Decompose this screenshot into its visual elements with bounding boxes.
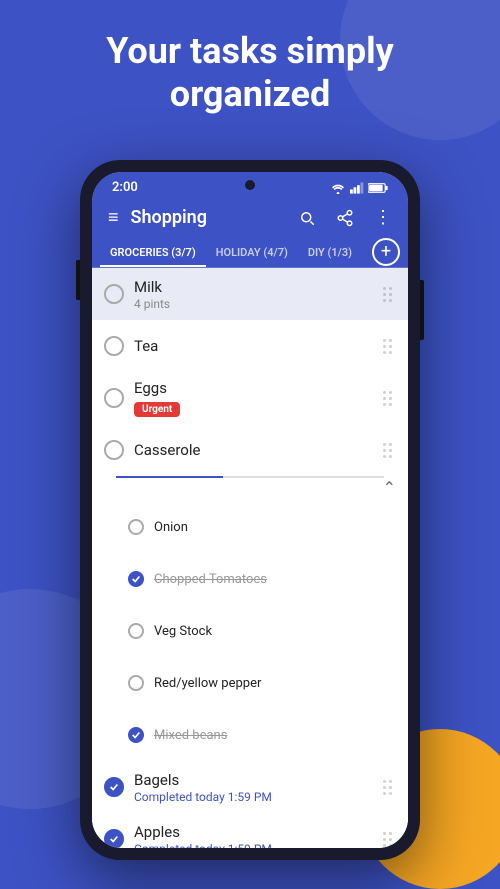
task-completed-apples: Completed today 1:59 PM: [134, 842, 379, 849]
tab-holiday[interactable]: HOLIDAY (4/7): [206, 236, 298, 267]
task-sub-milk: 4 pints: [134, 297, 379, 311]
subtask-name-beans: Mixed beans: [154, 728, 396, 743]
subtask-name-onion: Onion: [154, 520, 396, 535]
more-icon[interactable]: ⋮: [374, 207, 392, 228]
task-name-milk: Milk: [134, 278, 379, 296]
task-completed-bagels: Completed today 1:59 PM: [134, 790, 379, 804]
task-content-apples: Apples Completed today 1:59 PM: [134, 823, 379, 849]
drag-handle-eggs[interactable]: [379, 387, 396, 410]
subtask-content-beans: Mixed beans: [154, 728, 396, 743]
task-name-tea: Tea: [134, 337, 379, 355]
battery-icon: [368, 182, 388, 194]
task-item-apples: Apples Completed today 1:59 PM: [92, 813, 408, 848]
sublist-progress-wrapper: [92, 476, 408, 478]
app-title: Shopping: [131, 207, 286, 228]
subtask-checkbox-beans[interactable]: [128, 727, 144, 743]
task-item-eggs: Eggs Urgent: [92, 372, 408, 424]
subtask-vegstock: Veg Stock: [92, 605, 408, 657]
subtask-name-pepper: Red/yellow pepper: [154, 676, 396, 691]
subtask-onion: Onion: [92, 501, 408, 553]
drag-handle-bagels[interactable]: [379, 776, 396, 799]
subtask-pepper: Red/yellow pepper: [92, 657, 408, 709]
subtask-content-pepper: Red/yellow pepper: [154, 676, 396, 691]
task-content-milk: Milk 4 pints: [134, 278, 379, 311]
task-name-bagels: Bagels: [134, 771, 379, 789]
drag-handle-casserole[interactable]: [379, 439, 396, 462]
task-content-bagels: Bagels Completed today 1:59 PM: [134, 771, 379, 804]
subtask-tomatoes: Chopped Tomatoes: [92, 553, 408, 605]
phone-shell: 2:00: [80, 160, 420, 860]
camera-dot: [245, 180, 255, 190]
subtask-name-vegstock: Veg Stock: [154, 624, 396, 639]
task-name-apples: Apples: [134, 823, 379, 841]
task-content-casserole: Casserole: [134, 441, 379, 459]
search-icon[interactable]: [298, 209, 316, 227]
hero-title: Your tasks simply organized: [0, 30, 500, 116]
app-bar: ≡ Shopping ⋮: [92, 199, 408, 236]
share-icon[interactable]: [336, 209, 354, 227]
subtask-checkbox-onion[interactable]: [128, 519, 144, 535]
subtask-name-tomatoes: Chopped Tomatoes: [154, 572, 396, 587]
task-name-eggs: Eggs: [134, 379, 379, 397]
subtask-content-tomatoes: Chopped Tomatoes: [154, 572, 396, 587]
sublist-progress-fill: [116, 476, 223, 478]
phone-screen: 2:00: [92, 172, 408, 848]
status-icons: [330, 182, 388, 194]
task-name-casserole: Casserole: [134, 441, 379, 459]
task-checkbox-casserole[interactable]: [104, 440, 124, 460]
subtask-content-vegstock: Veg Stock: [154, 624, 396, 639]
task-item-tea: Tea: [92, 320, 408, 372]
task-checkbox-apples[interactable]: [104, 829, 124, 848]
tabs-bar: GROCERIES (3/7) HOLIDAY (4/7) DIY (1/3) …: [92, 236, 408, 268]
task-content-eggs: Eggs Urgent: [134, 379, 379, 417]
drag-handle-tea[interactable]: [379, 335, 396, 358]
wifi-icon: [330, 182, 346, 194]
status-time: 2:00: [112, 180, 138, 195]
sublist-header: ⌃: [92, 478, 408, 501]
drag-handle-apples[interactable]: [379, 828, 396, 849]
signal-icon: [350, 182, 364, 194]
tab-groceries[interactable]: GROCERIES (3/7): [100, 236, 206, 267]
subtask-content-onion: Onion: [154, 520, 396, 535]
subtask-beans: Mixed beans: [92, 709, 408, 761]
task-item-milk: Milk 4 pints: [92, 268, 408, 320]
task-content-tea: Tea: [134, 337, 379, 355]
subtask-checkbox-tomatoes[interactable]: [128, 571, 144, 587]
task-item-casserole: Casserole: [92, 424, 408, 476]
phone-mockup: 2:00: [80, 160, 420, 860]
add-list-button[interactable]: +: [372, 238, 400, 266]
sublist-progress-bar: [116, 476, 384, 478]
collapse-icon[interactable]: ⌃: [383, 478, 396, 497]
urgent-badge: Urgent: [134, 402, 180, 417]
task-list: Milk 4 pints Tea: [92, 268, 408, 848]
subtask-checkbox-vegstock[interactable]: [128, 623, 144, 639]
task-checkbox-tea[interactable]: [104, 336, 124, 356]
task-checkbox-eggs[interactable]: [104, 388, 124, 408]
menu-icon[interactable]: ≡: [108, 207, 119, 228]
subtask-checkbox-pepper[interactable]: [128, 675, 144, 691]
task-item-bagels: Bagels Completed today 1:59 PM: [92, 761, 408, 813]
tab-diy[interactable]: DIY (1/3): [298, 236, 362, 267]
drag-handle-milk[interactable]: [379, 283, 396, 306]
task-checkbox-bagels[interactable]: [104, 777, 124, 797]
task-checkbox-milk[interactable]: [104, 284, 124, 304]
